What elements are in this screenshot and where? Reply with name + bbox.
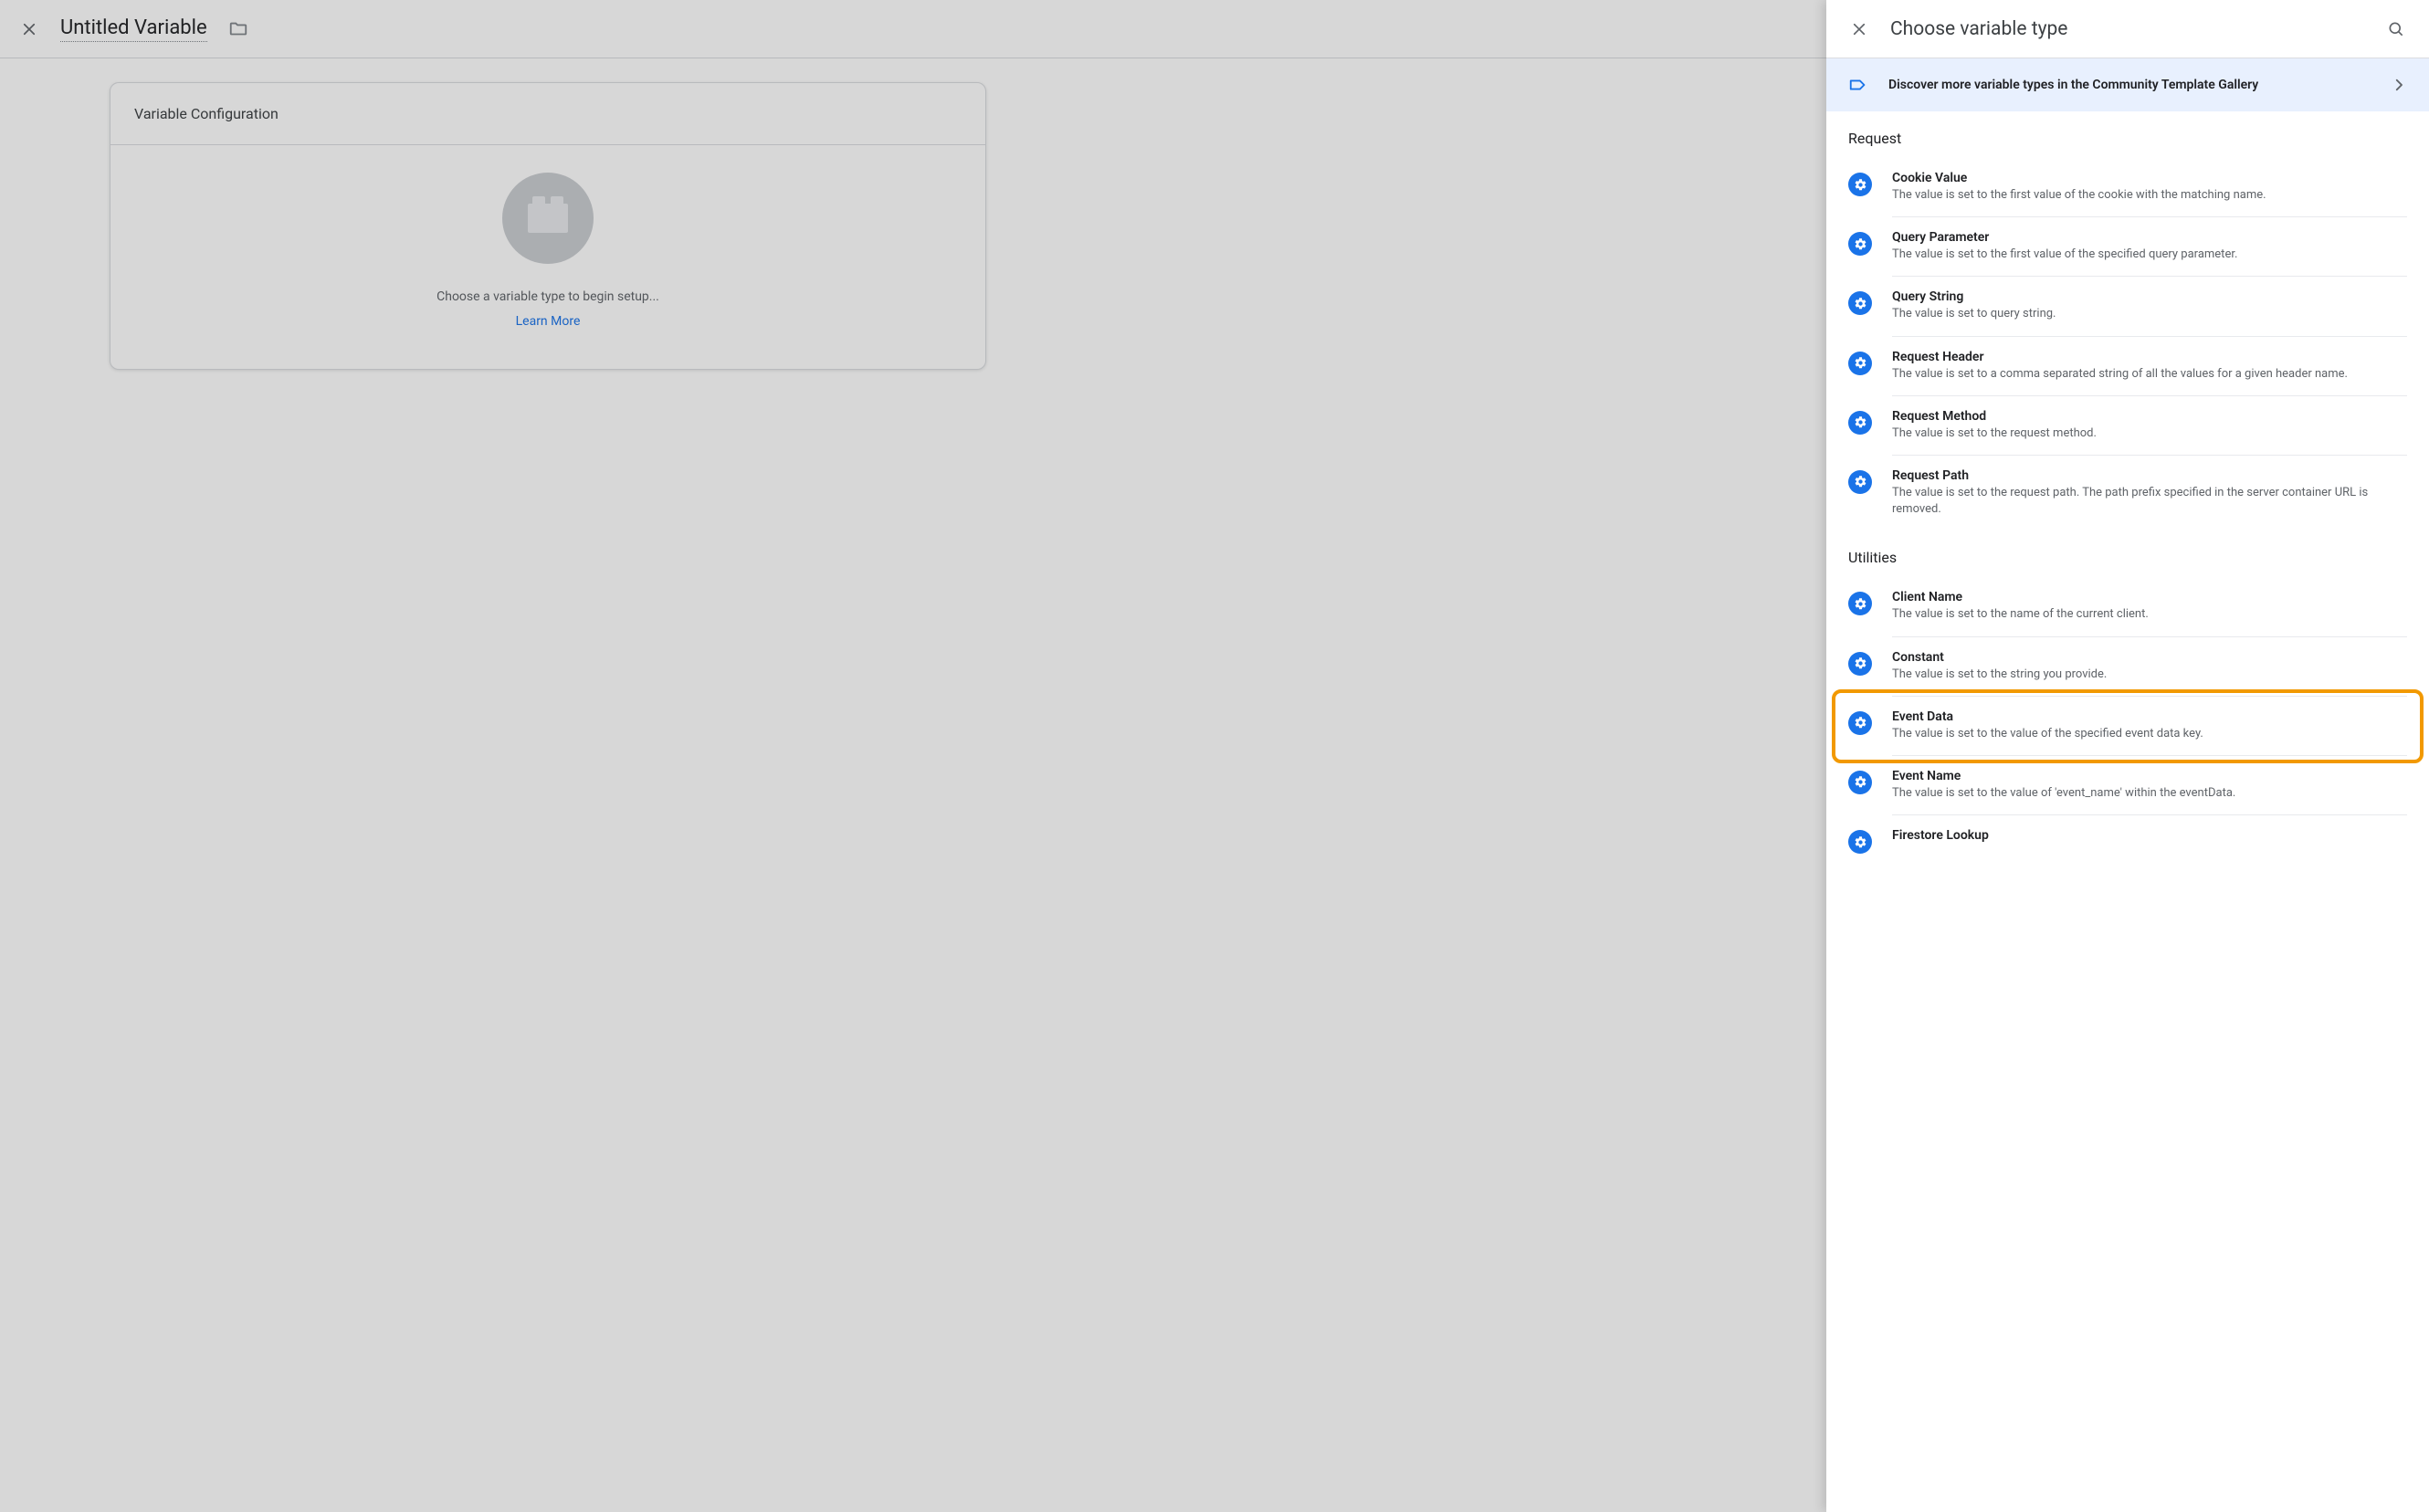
type-name: Request Method (1892, 409, 2407, 424)
variable-type-item[interactable]: Event Name The value is set to the value … (1848, 756, 2407, 815)
variable-type-item[interactable]: Query String The value is set to query st… (1848, 277, 2407, 336)
type-text: Firestore Lookup (1892, 828, 2407, 857)
section-header: Utilities (1826, 530, 2429, 575)
type-description: The value is set to the name of the curr… (1892, 606, 2407, 623)
type-description: The value is set to query string. (1892, 306, 2407, 322)
type-description: The value is set to the first value of t… (1892, 187, 2407, 204)
type-text: Query Parameter The value is set to the f… (1892, 230, 2407, 277)
panel-header: Choose variable type (1826, 0, 2429, 58)
tag-icon (1848, 75, 1868, 95)
gear-icon (1848, 830, 1872, 854)
gear-icon (1848, 711, 1872, 735)
type-text: Request MethodThe value is set to the re… (1892, 409, 2407, 456)
variable-type-item[interactable]: Event Data The value is set to the value … (1848, 697, 2407, 756)
type-list: Client Name The value is set to the name … (1826, 575, 2429, 866)
type-description: The value is set to the request method. (1892, 425, 2407, 442)
variable-type-item[interactable]: Query Parameter The value is set to the f… (1848, 217, 2407, 277)
type-name: Request Path (1892, 468, 2407, 483)
type-name: Event Data (1892, 709, 2407, 724)
type-name: Constant (1892, 650, 2407, 665)
gear-icon (1848, 592, 1872, 615)
gear-icon (1848, 470, 1872, 494)
variable-type-panel: Choose variable type Discover more varia… (1826, 0, 2429, 1512)
close-icon[interactable] (1846, 16, 1872, 42)
type-list: Cookie Value The value is set to the firs… (1826, 156, 2429, 530)
variable-type-item[interactable]: Request MethodThe value is set to the re… (1848, 396, 2407, 456)
variable-type-item[interactable]: Constant The value is set to the string y… (1848, 637, 2407, 697)
gear-icon (1848, 771, 1872, 794)
type-description: The value is set to the first value of t… (1892, 247, 2407, 263)
gear-icon (1848, 652, 1872, 676)
community-gallery-banner[interactable]: Discover more variable types in the Comm… (1826, 58, 2429, 111)
panel-scroll-area[interactable]: Request Cookie Value The value is set to t… (1826, 111, 2429, 1512)
variable-type-item[interactable]: Request Header The value is set to a comm… (1848, 337, 2407, 396)
type-text: Cookie Value The value is set to the firs… (1892, 171, 2407, 217)
type-description: The value is set to the value of 'event_… (1892, 785, 2407, 802)
type-name: Firestore Lookup (1892, 828, 2407, 843)
gear-icon (1848, 411, 1872, 435)
type-text: Query String The value is set to query st… (1892, 289, 2407, 336)
type-description: The value is set to the value of the spe… (1892, 726, 2407, 742)
gear-icon (1848, 232, 1872, 256)
gear-icon (1848, 173, 1872, 196)
type-description: The value is set to the request path. Th… (1892, 485, 2407, 518)
type-name: Client Name (1892, 590, 2407, 604)
variable-type-item[interactable]: Cookie Value The value is set to the firs… (1848, 156, 2407, 217)
gear-icon (1848, 352, 1872, 375)
variable-type-item[interactable]: Request Path The value is set to the requ… (1848, 456, 2407, 530)
variable-type-item[interactable]: Client Name The value is set to the name … (1848, 575, 2407, 636)
type-description: The value is set to a comma separated st… (1892, 366, 2407, 383)
type-name: Request Header (1892, 350, 2407, 364)
panel-title: Choose variable type (1890, 18, 2365, 40)
section-header: Request (1826, 111, 2429, 156)
variable-type-item[interactable]: Firestore Lookup (1848, 815, 2407, 866)
type-name: Cookie Value (1892, 171, 2407, 185)
search-icon[interactable] (2383, 16, 2409, 42)
community-gallery-text: Discover more variable types in the Comm… (1888, 78, 2371, 92)
type-text: Event Name The value is set to the value … (1892, 769, 2407, 815)
type-text: Client Name The value is set to the name … (1892, 590, 2407, 636)
gear-icon (1848, 291, 1872, 315)
type-description: The value is set to the string you provi… (1892, 667, 2407, 683)
type-text: Request Path The value is set to the requ… (1892, 468, 2407, 530)
type-name: Query Parameter (1892, 230, 2407, 245)
type-text: Constant The value is set to the string y… (1892, 650, 2407, 697)
chevron-right-icon (2391, 77, 2407, 93)
type-name: Event Name (1892, 769, 2407, 783)
type-text: Event Data The value is set to the value … (1892, 709, 2407, 756)
type-name: Query String (1892, 289, 2407, 304)
type-text: Request Header The value is set to a comm… (1892, 350, 2407, 396)
